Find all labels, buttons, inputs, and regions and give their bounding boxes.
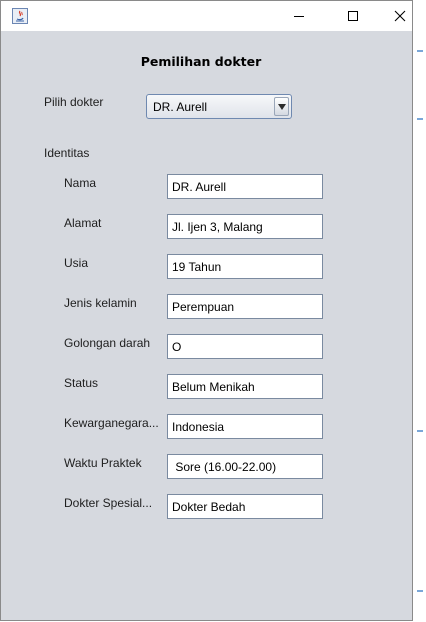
form-panel: Pemilihan dokter Pilih dokter DR. Aurell…	[1, 31, 412, 620]
close-button[interactable]	[377, 1, 423, 31]
doctor-select-value: DR. Aurell	[153, 100, 208, 114]
golongan-darah-field[interactable]: O	[167, 334, 323, 359]
doctor-select-dropdown[interactable]: DR. Aurell	[146, 94, 292, 119]
app-window: Pemilihan dokter Pilih dokter DR. Aurell…	[0, 0, 413, 621]
status-field[interactable]: Belum Menikah	[167, 374, 323, 399]
alamat-label: Alamat	[64, 216, 102, 230]
pilih-dokter-label: Pilih dokter	[44, 95, 104, 109]
java-app-icon	[12, 8, 28, 24]
background-window-edge	[417, 118, 423, 120]
usia-label: Usia	[64, 256, 89, 270]
form-heading: Pemilihan dokter	[140, 54, 262, 69]
dropdown-arrow-button[interactable]	[274, 97, 289, 116]
waktu-praktek-value: Sore (16.00-22.00)	[172, 460, 277, 474]
nama-label: Nama	[64, 176, 97, 190]
background-window-edge	[417, 50, 423, 52]
desktop-background	[414, 0, 426, 622]
jenis-kelamin-field[interactable]: Perempuan	[167, 294, 323, 319]
background-window-edge	[417, 590, 423, 592]
golongan-darah-value: O	[172, 340, 182, 354]
status-value: Belum Menikah	[172, 380, 255, 394]
waktu-praktek-field[interactable]: Sore (16.00-22.00)	[167, 454, 323, 479]
jenis-kelamin-value: Perempuan	[172, 300, 235, 314]
close-icon	[394, 10, 406, 22]
kewarganegaraan-label: Kewarganegara...	[64, 416, 159, 430]
maximize-icon	[348, 11, 358, 21]
identitas-section-label: Identitas	[44, 146, 90, 160]
dokter-spesialis-field[interactable]: Dokter Bedah	[167, 494, 323, 519]
nama-field[interactable]: DR. Aurell	[167, 174, 323, 199]
minimize-icon	[294, 16, 304, 17]
maximize-button[interactable]	[330, 1, 376, 31]
kewarganegaraan-value: Indonesia	[172, 420, 225, 434]
minimize-button[interactable]	[276, 1, 322, 31]
title-bar[interactable]	[1, 1, 412, 31]
dokter-spesialis-value: Dokter Bedah	[172, 500, 246, 514]
usia-value: 19 Tahun	[172, 260, 222, 274]
dokter-spesialis-label: Dokter Spesial...	[64, 496, 153, 510]
status-label: Status	[64, 376, 99, 390]
background-window-edge	[417, 430, 423, 432]
usia-field[interactable]: 19 Tahun	[167, 254, 323, 279]
alamat-value: Jl. Ijen 3, Malang	[172, 220, 263, 234]
nama-value: DR. Aurell	[172, 180, 227, 194]
jenis-kelamin-label: Jenis kelamin	[64, 296, 137, 310]
alamat-field[interactable]: Jl. Ijen 3, Malang	[167, 214, 323, 239]
waktu-praktek-label: Waktu Praktek	[64, 456, 142, 470]
kewarganegaraan-field[interactable]: Indonesia	[167, 414, 323, 439]
golongan-darah-label: Golongan darah	[64, 336, 151, 350]
dropdown-arrow-icon	[277, 103, 286, 110]
